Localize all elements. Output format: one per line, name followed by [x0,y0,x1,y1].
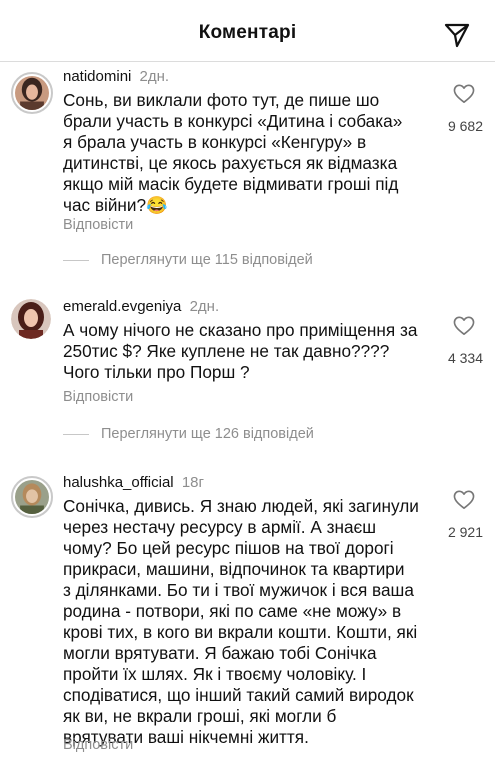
comment-meta: emerald.evgeniya 2дн. [63,298,219,316]
comment-text-line: чому? Бо цей ресурс пішов на твої дорогі [63,538,394,558]
comment-text-line: сподіватися, що інший такий самий виродо… [63,685,414,705]
comment-text-line: пройти їх шлях. Як і твоєму чоловіку. І [63,664,367,684]
avatar[interactable] [11,299,51,339]
comment-text-line: прикраси, машини, відпочинок та квартири [63,559,405,579]
comment-text: Сонічка, дивись. Я знаю людей, які загин… [63,496,423,748]
paper-plane-icon[interactable] [443,21,471,49]
comment-text-line: брали участь в конкурсі «Дитина і собака… [63,111,403,131]
username-link[interactable]: emerald.evgeniya [63,298,181,315]
comment-text-line: я брала участь в конкурсі «Кенгуру» в [63,132,367,152]
comment-text-line: родина - потвори, які по саме «не можу» … [63,601,402,621]
comment-text-line: Сонь, ви виклали фото тут, де пише шо [63,90,380,110]
like-count: 4 334 [447,350,483,366]
like-count: 9 682 [447,118,483,134]
reply-button[interactable]: Відповісти [63,737,133,753]
view-replies-button[interactable]: Переглянути ще 115 відповідей [63,252,313,268]
heart-icon[interactable] [453,316,475,336]
comment-item: natidomini 2дн. Сонь, ви виклали фото ту… [0,62,495,277]
comment-item: halushka_official 18г Сонічка, дивись. Я… [0,468,495,768]
comment-text-line: Сонічка, дивись. Я знаю людей, які загин… [63,496,419,516]
heart-icon[interactable] [453,84,475,104]
comment-time: 2дн. [139,68,170,85]
comment-text-line: дитинстві, це якось рахується як відмазк… [63,153,398,173]
avatar[interactable] [11,476,53,518]
comment-time: 18г [181,474,204,491]
like-control: 2 921 [423,490,483,540]
comment-text-line: крові тих, в кого ви вкрали кошти. Кошти… [63,622,418,642]
view-replies-label: Переглянути ще 115 відповідей [101,252,313,268]
comment-text-line: якщо мій масік будете відмивати гроші пі… [63,174,399,194]
reply-button[interactable]: Відповісти [63,389,133,405]
username-link[interactable]: natidomini [63,68,131,85]
username-link[interactable]: halushka_official [63,474,174,491]
comment-text-line: з ділянками. Бо ти і твої мужичок і вся … [63,580,414,600]
comment-text-line: могли врятувати. Я бажаю тобі Сонічка [63,643,377,663]
comment-time: 2дн. [189,298,220,315]
like-count: 2 921 [447,524,483,540]
like-control: 9 682 [423,84,483,134]
comment-item: emerald.evgeniya 2дн. А чому нічого не с… [0,292,495,452]
comment-meta: natidomini 2дн. [63,68,169,86]
comment-text: Сонь, ви виклали фото тут, де пише шо бр… [63,90,423,216]
avatar[interactable] [11,72,53,114]
heart-icon[interactable] [453,490,475,510]
page-title: Коментарі [198,22,297,43]
comment-text-line: Чого тільки про Порш ? [63,362,250,382]
reply-button[interactable]: Відповісти [63,217,133,233]
comment-text-line: час війни?😂 [63,195,168,215]
header-bar: Коментарі [0,0,495,62]
view-replies-button[interactable]: Переглянути ще 126 відповідей [63,426,314,442]
comment-text-line: А чому нічого не сказано про приміщення … [63,320,418,340]
comment-text: А чому нічого не сказано про приміщення … [63,320,423,383]
replies-divider [63,433,89,435]
comment-text-line: 250тис $? Яке куплене не так давно???? [63,341,390,361]
comment-text-line: як ви, не вкрали гроші, які могли б [63,706,337,726]
comment-text-line: через нестачу ресурсу в армії. А знаєш [63,517,377,537]
comment-meta: halushka_official 18г [63,474,204,492]
replies-divider [63,259,89,261]
view-replies-label: Переглянути ще 126 відповідей [101,426,314,442]
like-control: 4 334 [423,316,483,366]
